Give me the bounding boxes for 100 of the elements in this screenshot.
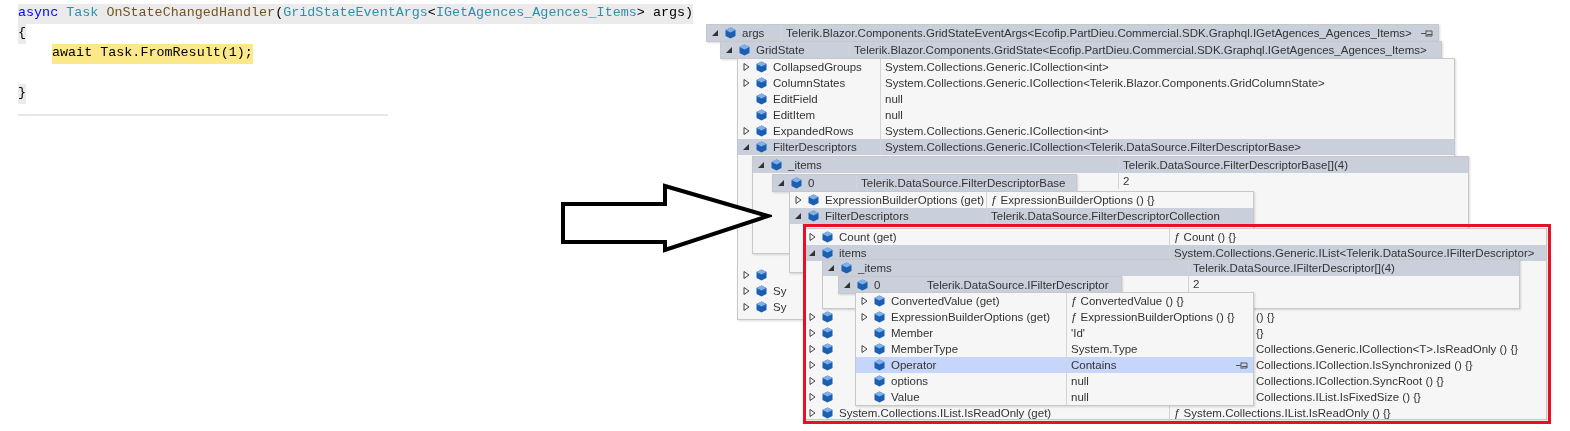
triangle-icon[interactable]	[778, 179, 785, 187]
tree-row[interactable]: _items Telerik.DataSource.FilterDescriptorBase[](4)	[753, 157, 1468, 173]
field-value: 2	[1193, 278, 1200, 290]
field-value: Telerik.DataSource.IFilterDescriptor[](4)	[1193, 262, 1395, 274]
tree-row[interactable]: EditItem null	[738, 107, 1454, 123]
triangle-icon[interactable]	[809, 329, 816, 337]
triangle-icon[interactable]	[809, 249, 816, 257]
triangle-icon[interactable]	[809, 233, 816, 241]
tree-row[interactable]: ExpressionBuilderOptions (get) ƒ ExpressionBuilderOptions () {}	[856, 309, 1253, 325]
cube-icon	[874, 311, 885, 323]
cube-icon	[756, 77, 767, 89]
field-name: items	[839, 247, 867, 259]
field-name: Operator	[891, 359, 937, 371]
cube-icon	[822, 407, 833, 419]
tree-row[interactable]: 0 Telerik.DataSource.IFilterDescriptor	[839, 277, 1121, 293]
field-value: Telerik.DataSource.FilterDescriptorBase[](4)	[1123, 159, 1348, 171]
tree-row[interactable]: _items Telerik.DataSource.IFilterDescriptor[](4)	[823, 260, 1519, 276]
triangle-icon[interactable]	[809, 377, 816, 385]
field-name: Value	[891, 391, 920, 403]
cube-icon	[874, 327, 885, 339]
tree-row[interactable]: FilterDescriptors Telerik.DataSource.FilterDescriptorCollection	[790, 208, 1253, 224]
tree-row[interactable]: CollapsedGroups System.Collections.Generic.ICollection<int>	[738, 59, 1454, 75]
tree-row[interactable]: 0 Telerik.DataSource.FilterDescriptorBase	[773, 175, 1076, 191]
tree-row[interactable]: Member 'Id'	[856, 325, 1253, 341]
field-value: ƒ ConvertedValue () {}	[1071, 295, 1184, 307]
field-name: System.Collections.IList.IsReadOnly (get)	[839, 407, 1052, 419]
field-name: ConvertedValue (get)	[891, 295, 1000, 307]
triangle-icon[interactable]	[861, 297, 868, 305]
cube-icon	[841, 262, 852, 274]
cube-icon	[756, 285, 767, 297]
field-value: null	[1071, 375, 1089, 387]
pin-icon[interactable]	[1236, 360, 1249, 370]
field-value: null	[1071, 391, 1089, 403]
field-value: null	[885, 93, 903, 105]
field-value: 'Id'	[1071, 327, 1085, 339]
tree-row[interactable]: Operator Contains	[856, 357, 1253, 373]
field-name: GridState	[756, 44, 805, 56]
tree-row[interactable]: args Telerik.Blazor.Components.GridStateEventArgs<Ecofip.PartDieu.Commercial.SDK.Graphql.IGetAgences_Agences_Items>	[707, 25, 1438, 41]
tree-row[interactable]: options null	[856, 373, 1253, 389]
field-value: Collections.ICollection.IsSynchronized () {}	[1256, 359, 1473, 371]
field-value: ƒ ExpressionBuilderOptions () {}	[991, 194, 1155, 206]
tree-row[interactable]: FilterDescriptors System.Collections.Generic.ICollection<Telerik.DataSource.FilterDescriptorBase>	[738, 139, 1454, 155]
field-name: EditItem	[773, 109, 816, 121]
field-value: Telerik.Blazor.Components.GridState<Ecofip.PartDieu.Commercial.SDK.Graphql.IGetAgences_Agences_Items>	[854, 44, 1427, 56]
field-name: options	[891, 375, 929, 387]
field-name: CollapsedGroups	[773, 61, 862, 73]
triangle-icon[interactable]	[743, 127, 750, 135]
field-value: () {}	[1256, 311, 1275, 323]
cube-icon	[756, 141, 767, 153]
field-value: Telerik.DataSource.FilterDescriptorCollection	[991, 210, 1220, 222]
triangle-icon[interactable]	[809, 409, 816, 417]
field-value: ƒ System.Collections.IList.IsReadOnly () {}	[1174, 407, 1391, 419]
triangle-icon[interactable]	[743, 79, 750, 87]
tree-row[interactable]: ColumnStates System.Collections.Generic.ICollection<Telerik.Blazor.Components.GridColumnState>	[738, 75, 1454, 91]
field-value: {}	[1256, 327, 1264, 339]
field-value: ƒ Count () {}	[1174, 231, 1236, 243]
field-name: MemberType	[891, 343, 959, 355]
triangle-icon[interactable]	[861, 313, 868, 321]
triangle-icon[interactable]	[809, 345, 816, 353]
field-name: _items	[788, 159, 822, 171]
triangle-icon[interactable]	[743, 287, 750, 295]
field-name: EditField	[773, 93, 818, 105]
cube-icon	[822, 311, 833, 323]
triangle-icon[interactable]	[809, 313, 816, 321]
cube-icon	[725, 27, 736, 39]
field-value: System.Collections.Generic.ICollection<int>	[885, 61, 1109, 73]
field-value: 2	[1123, 175, 1130, 187]
cube-icon	[756, 109, 767, 121]
field-value: System.Type	[1071, 343, 1138, 355]
triangle-icon[interactable]	[743, 271, 750, 279]
triangle-icon[interactable]	[809, 393, 816, 401]
field-name: 0	[808, 177, 815, 189]
triangle-icon[interactable]	[828, 264, 835, 272]
cube-icon	[822, 327, 833, 339]
field-value: null	[885, 109, 903, 121]
cube-icon	[874, 343, 885, 355]
triangle-icon[interactable]	[795, 196, 802, 204]
tree-row[interactable]: ConvertedValue (get) ƒ ConvertedValue () {}	[856, 293, 1253, 309]
triangle-icon[interactable]	[758, 161, 765, 169]
tree-row[interactable]: Value null	[856, 389, 1253, 405]
cube-icon	[822, 247, 833, 259]
cube-icon	[756, 125, 767, 137]
cube-icon	[808, 210, 819, 222]
field-value: System.Collections.Generic.IList<Telerik.DataSource.IFilterDescriptor>	[1174, 247, 1535, 259]
pin-icon[interactable]	[1421, 28, 1434, 38]
triangle-icon[interactable]	[861, 345, 868, 353]
cube-icon	[756, 61, 767, 73]
triangle-icon[interactable]	[795, 212, 802, 220]
triangle-icon[interactable]	[743, 303, 750, 311]
triangle-icon[interactable]	[844, 281, 851, 289]
field-name: ExpandedRows	[773, 125, 854, 137]
triangle-icon[interactable]	[726, 46, 733, 54]
cube-icon	[822, 375, 833, 387]
triangle-icon[interactable]	[809, 361, 816, 369]
triangle-icon[interactable]	[712, 29, 719, 37]
tree-row[interactable]: GridState Telerik.Blazor.Components.GridState<Ecofip.PartDieu.Commercial.SDK.Graphql.IGetAgences_Agences_Items>	[721, 42, 1441, 58]
tree-row[interactable]: EditField null	[738, 91, 1454, 107]
triangle-icon[interactable]	[743, 143, 750, 151]
triangle-icon[interactable]	[743, 63, 750, 71]
cube-icon	[874, 359, 885, 371]
